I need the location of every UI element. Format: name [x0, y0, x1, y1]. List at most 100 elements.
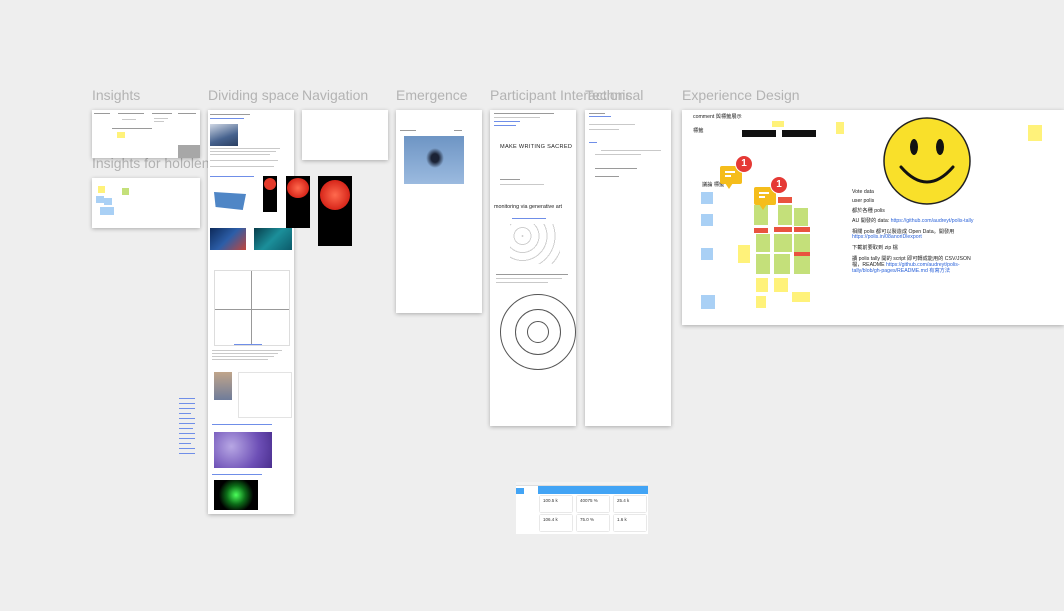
- frame-title-experience-design[interactable]: Experience Design: [682, 87, 800, 103]
- text-line: [210, 154, 270, 156]
- link-line[interactable]: [494, 125, 516, 127]
- notification-badge[interactable]: 1: [770, 176, 788, 194]
- stat-value: 25.4 k: [617, 498, 630, 503]
- sticky-note[interactable]: [122, 188, 129, 195]
- frame-participant-interactions[interactable]: MAKE WRITING SACRED monitoring via gener…: [490, 110, 576, 426]
- text-line: [122, 119, 136, 121]
- doc-heading: MAKE WRITING SACRED: [500, 144, 573, 150]
- sticky-note[interactable]: [836, 122, 844, 134]
- red-sphere-image[interactable]: [286, 176, 310, 228]
- link-line[interactable]: [512, 218, 546, 220]
- frame-emergence[interactable]: [396, 110, 482, 313]
- sticky-note-red[interactable]: [794, 227, 810, 232]
- notification-badge[interactable]: 1: [735, 155, 753, 173]
- sticky-note[interactable]: [756, 278, 768, 292]
- sticky-note[interactable]: [701, 192, 713, 204]
- sticky-note[interactable]: [701, 248, 713, 260]
- info-link-4[interactable]: tally/blob/gh-pages/README.md 有寫方法: [852, 267, 950, 274]
- link-list[interactable]: [179, 398, 197, 458]
- info-link-2[interactable]: https://polis.in/08anoriDlexport: [852, 234, 922, 240]
- frame-dividing-space[interactable]: [208, 110, 294, 514]
- frame-title-emergence[interactable]: Emergence: [396, 87, 468, 103]
- map-image[interactable]: [214, 192, 246, 210]
- sticky-note[interactable]: [774, 234, 792, 252]
- sticky-note[interactable]: [756, 254, 770, 274]
- stat-card[interactable]: 75.0 %: [577, 515, 609, 531]
- link-line[interactable]: [212, 424, 272, 426]
- frame-title-insights[interactable]: Insights: [92, 87, 140, 103]
- frame-title-dividing-space[interactable]: Dividing space: [208, 87, 299, 103]
- sticky-note[interactable]: [104, 198, 112, 205]
- sticky-note[interactable]: [778, 205, 792, 225]
- sticky-note[interactable]: [794, 234, 810, 252]
- text-line: [210, 166, 274, 168]
- link-line[interactable]: [210, 118, 244, 120]
- info-link-1[interactable]: https://github.com/audreyt/polis-tally: [891, 218, 974, 224]
- frame-insights-hololens[interactable]: [92, 178, 200, 228]
- text-line: [210, 148, 280, 150]
- info-line-4: AU 開發的 data: https://github.com/audreyt/…: [852, 218, 974, 224]
- sticky-note[interactable]: [794, 208, 808, 226]
- frame-experience-design[interactable]: comment 與標籤展示 標籤 議論 標籤 1 1 Vote data use…: [682, 110, 1064, 325]
- sticky-note[interactable]: [701, 214, 713, 226]
- sticky-note-red[interactable]: [754, 228, 768, 233]
- sticky-note[interactable]: [96, 196, 104, 203]
- frame-title-technical[interactable]: Technical: [585, 87, 643, 103]
- sketch-grid-image[interactable]: [510, 224, 560, 264]
- text-line: [152, 113, 172, 115]
- stat-card[interactable]: 40075 %: [577, 496, 609, 512]
- red-sphere-image[interactable]: [263, 176, 277, 212]
- sticky-note[interactable]: [738, 245, 750, 263]
- text-line: [112, 128, 152, 130]
- red-sphere-image[interactable]: [318, 176, 352, 246]
- building-photo[interactable]: [210, 124, 238, 146]
- sticky-note[interactable]: [1028, 125, 1042, 141]
- sticky-note[interactable]: [772, 121, 784, 127]
- sticky-note[interactable]: [100, 207, 114, 215]
- sticky-note[interactable]: [774, 254, 790, 274]
- frame-insights[interactable]: [92, 110, 200, 158]
- sticky-note-red[interactable]: [778, 197, 792, 203]
- stat-card[interactable]: 106.4 k: [540, 515, 572, 531]
- link-line[interactable]: [234, 344, 262, 346]
- stat-value: 106.4 k: [543, 517, 558, 522]
- smiley-face-icon[interactable]: [881, 115, 973, 207]
- dashboard-screenshot[interactable]: 100.5 k 40075 % 25.4 k 106.4 k 75.0 % 1.…: [516, 482, 648, 534]
- voronoi-image[interactable]: [214, 432, 272, 468]
- link-line[interactable]: [210, 176, 254, 178]
- sticky-note[interactable]: [98, 186, 105, 193]
- link-line[interactable]: [589, 116, 611, 118]
- info-line-2: user polis: [852, 198, 875, 204]
- stat-card[interactable]: 100.5 k: [540, 496, 572, 512]
- sticky-note[interactable]: [701, 295, 715, 309]
- sticky-note-red[interactable]: [774, 227, 792, 232]
- glow-image[interactable]: [214, 480, 258, 510]
- frame-technical[interactable]: [585, 110, 671, 426]
- photo-thumbnail[interactable]: [214, 372, 232, 400]
- text-line: [454, 130, 462, 132]
- scatter-plot-image[interactable]: [214, 270, 290, 346]
- stat-card[interactable]: 25.4 k: [614, 496, 646, 512]
- starling-flock-photo[interactable]: [404, 136, 464, 184]
- frame-title-navigation[interactable]: Navigation: [302, 87, 368, 103]
- link-line[interactable]: [589, 142, 597, 144]
- network-graph-image[interactable]: [238, 372, 292, 418]
- sticky-note[interactable]: [794, 254, 810, 274]
- sticky-note[interactable]: [774, 278, 788, 292]
- link-line[interactable]: [494, 121, 520, 123]
- photo-thumbnail[interactable]: [178, 145, 200, 158]
- sticky-note-red[interactable]: [794, 252, 810, 256]
- info-line-1: Vote data: [852, 189, 874, 195]
- sticky-note[interactable]: [756, 234, 770, 252]
- sticky-note[interactable]: [756, 296, 766, 308]
- text-line: [601, 150, 661, 152]
- diagram-image[interactable]: [254, 228, 292, 250]
- frame-navigation[interactable]: [302, 110, 388, 160]
- diagram-image[interactable]: [210, 228, 246, 250]
- text-line: [500, 184, 544, 186]
- sticky-note[interactable]: [792, 292, 810, 302]
- text-line: [210, 114, 250, 116]
- sticky-note[interactable]: [117, 132, 125, 138]
- stat-card[interactable]: 1.6 k: [614, 515, 646, 531]
- link-line[interactable]: [212, 474, 262, 476]
